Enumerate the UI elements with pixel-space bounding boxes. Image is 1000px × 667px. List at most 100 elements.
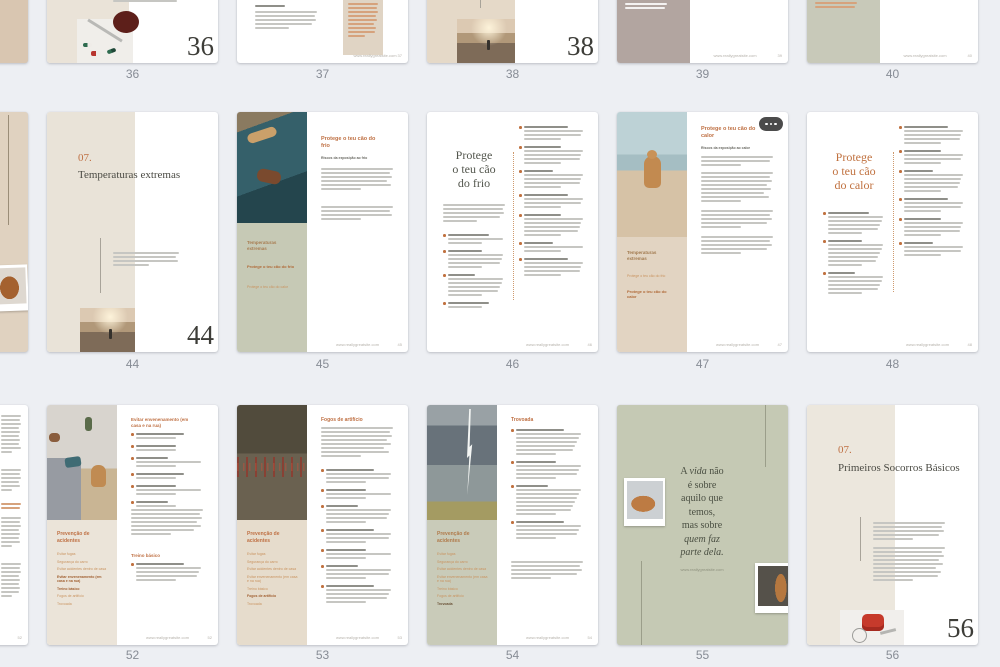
text-line [1,579,20,581]
text-block [1,563,21,599]
page-thumbnail-37[interactable]: www.reallygreatsite.com 37 [237,0,408,63]
text-line [904,190,941,192]
page-thumbnail-44[interactable]: 07. Temperaturas extremas 44 [47,112,218,352]
text-line [828,288,878,290]
heading-line: do frio [441,176,507,190]
page-thumbnail-38[interactable]: 38 [427,0,598,63]
text-line [828,264,862,266]
page-thumbnail-39[interactable]: www.reallygreatsite.com 39 [617,0,788,63]
text-line [348,11,378,13]
text-line [255,15,315,17]
text-line [443,212,504,214]
bullet-heading-line [326,469,374,471]
section-heading: Protege o teu cão do frio [321,136,383,150]
page-thumbnail-45[interactable]: Temperaturas extremas Protege o teu cão … [237,112,408,352]
bullet-marker-icon [511,485,514,488]
bullet-marker-icon [131,473,134,476]
page-thumbnail-53[interactable]: Prevenção de acidentes Evitar fugas Segu… [237,405,408,645]
text-line [136,575,197,577]
page-thumbnail-56[interactable]: 07. Primeiros Socorros Básicos 56 [807,405,978,645]
page-thumbnail-46[interactable]: Protege o teu cão do frio www.reallygrea… [427,112,598,352]
bullet-marker-icon [899,126,902,129]
page-folio: 40 [968,53,972,58]
text-line [828,248,882,250]
text-line [828,256,878,258]
page-menu-button[interactable] [759,117,783,131]
section-subheading: Riscos da exposição ao calor [701,146,771,150]
text-line [524,222,581,224]
page-label-53: 53 [237,648,408,662]
bullet-item [823,212,885,236]
text-line [701,192,764,194]
text-line [524,234,561,236]
bullet-marker-icon [823,272,826,275]
page-thumbnail-51-partial[interactable]: 52 [0,405,28,645]
bullet-heading-line [448,250,482,252]
text-line [516,505,573,507]
text-line [904,234,941,236]
section-subheading: Riscos da exposição ao frio [321,156,391,160]
text-line [113,260,178,262]
text-line [701,210,773,212]
text-line [828,228,878,230]
page-thumbnail-35-partial[interactable] [0,0,28,63]
text-line [873,571,941,573]
page-thumbnail-48[interactable]: Protege o teu cão do calor www.reallygre… [807,112,978,352]
bullet-item [131,501,203,509]
text-line [448,262,500,264]
text-line [511,561,583,563]
bullet-heading-line [136,485,176,487]
text-line [448,266,482,268]
text-line [828,216,883,218]
text-line [524,202,581,204]
page-thumbnail-40[interactable]: www.reallygreatsite.com 40 [807,0,978,63]
text-line [136,567,201,569]
text-line [516,453,556,455]
text-line [113,264,149,266]
bullet-heading-line [136,501,168,503]
text-line [131,529,194,531]
divider-line [100,238,101,293]
sidebar-item: Evitar envenenamento (em casa e na rua) [247,575,299,584]
quote-line: quem faz [642,533,762,547]
body-text [321,168,393,192]
text-line [1,447,21,449]
text-line [348,19,377,21]
text-line [904,186,958,188]
quote-line: parte dela. [642,546,762,560]
bullet-heading-line [136,433,184,435]
bullet-marker-icon [131,485,134,488]
page-thumbnail-36[interactable]: 36 [47,0,218,63]
quote-segment: não [707,466,724,477]
page-thumbnail-47[interactable]: Temperaturas extremas Protege o teu cão … [617,112,788,352]
text-line [113,252,179,254]
bullet-marker-icon [899,198,902,201]
bullet-heading-line [516,429,564,431]
text-line [136,505,176,507]
text-line [136,465,176,467]
bullet-item [899,126,965,146]
bullet-item [519,214,585,238]
text-line [873,579,913,581]
bullet-item [131,433,203,441]
section-heading: Protege o teu cão do calor [701,126,763,140]
page-thumbnail-43-partial[interactable] [0,112,28,352]
text-line [255,23,312,25]
page-folio: 53 [398,635,402,640]
text-line [873,538,913,540]
text-line [815,6,855,8]
page-thumbnail-54[interactable]: Prevenção de acidentes Evitar fugas Segu… [427,405,598,645]
text-line [1,451,12,453]
bullet-item [321,469,393,485]
text-line [131,525,201,527]
footer-url: www.reallygreatsite.com [347,53,403,58]
sidebar-item: Fogos de artifício [437,594,489,599]
page-thumbnail-55[interactable]: A vida não é sobre aquilo que temos, mas… [617,405,788,645]
text-line [516,493,579,495]
bullet-list [899,126,965,262]
bullet-marker-icon [131,445,134,448]
page-thumbnail-52[interactable]: Prevenção de acidentes Evitar fugas Segu… [47,405,218,645]
text-line [1,587,20,589]
footer-url: www.reallygreatsite.com [307,342,408,347]
text-line [321,168,393,170]
